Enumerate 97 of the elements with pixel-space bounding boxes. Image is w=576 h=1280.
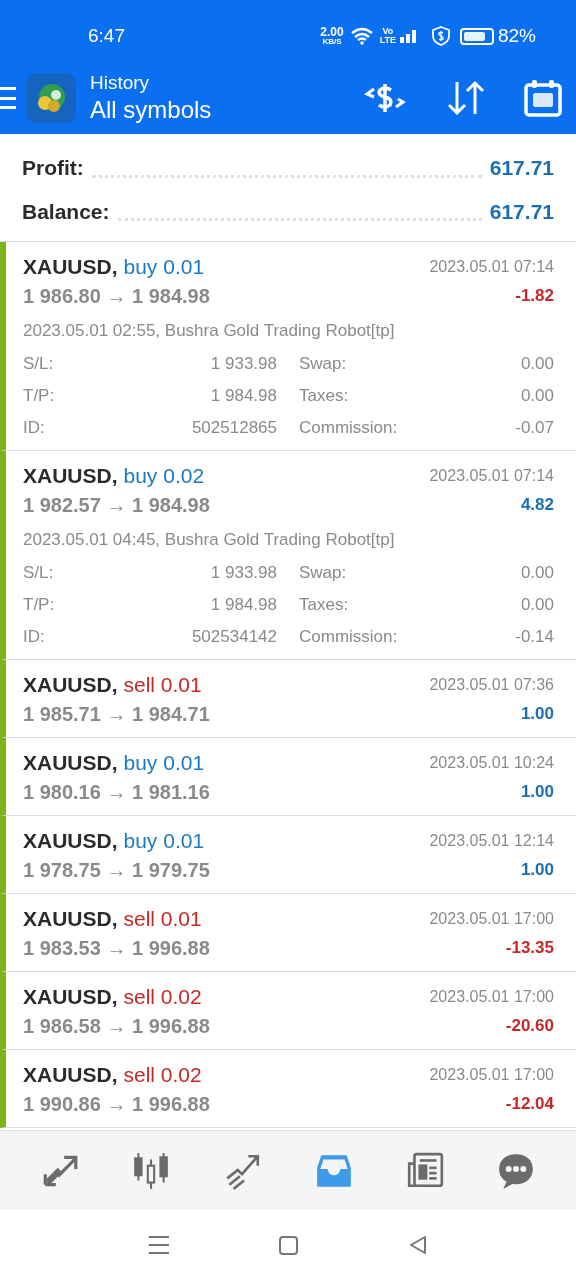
detail-label: Commission: bbox=[299, 417, 398, 440]
deal-profit: -1.82 bbox=[515, 285, 554, 308]
detail-label: T/P: bbox=[23, 594, 56, 617]
screen-title: History bbox=[90, 71, 151, 95]
detail-value: 502534142 bbox=[190, 626, 277, 649]
deal-comment: 2023.05.01 04:45, Bushra Gold Trading Robot[tp] bbox=[23, 529, 395, 552]
battery-percent: 82% bbox=[497, 23, 536, 48]
deal-order: buy 0.02 bbox=[123, 463, 205, 490]
deal-time: 2023.05.01 07:36 bbox=[429, 675, 554, 695]
deal-time: 2023.05.01 10:24 bbox=[429, 753, 554, 773]
deal-time: 2023.05.01 17:00 bbox=[429, 1065, 554, 1085]
deal-time: 2023.05.01 12:14 bbox=[429, 831, 554, 851]
deal-symbol: XAUUSD, bbox=[23, 984, 118, 1011]
deal-symbol: XAUUSD, bbox=[23, 672, 118, 699]
deal-symbol: XAUUSD, bbox=[23, 463, 118, 490]
detail-value: 0.00 bbox=[520, 353, 554, 376]
deal-symbol: XAUUSD, bbox=[23, 828, 118, 855]
deal-prices: 1 980.16 → 1 981.16 bbox=[23, 780, 210, 805]
detail-value: 1 933.98 bbox=[209, 562, 277, 585]
deal-profit: 1.00 bbox=[520, 781, 554, 804]
deal-row[interactable]: XAUUSD, sell 0.01 2023.05.01 07:36 1 985.71 → 1 984.71 1.00 bbox=[0, 660, 576, 738]
detail-label: S/L: bbox=[23, 562, 55, 585]
detail-value: 502512865 bbox=[190, 417, 277, 440]
detail-value: 0.00 bbox=[520, 594, 554, 617]
detail-value: 0.00 bbox=[520, 385, 554, 408]
app-logo-icon bbox=[26, 73, 76, 123]
deal-time: 2023.05.01 17:00 bbox=[429, 909, 554, 929]
deal-order: sell 0.01 bbox=[123, 672, 202, 699]
deal-profit: -12.04 bbox=[505, 1093, 554, 1116]
summary-label: Profit: bbox=[22, 155, 84, 181]
deal-prices: 1 982.57 → 1 984.98 bbox=[23, 493, 210, 518]
deal-time: 2023.05.01 07:14 bbox=[429, 257, 554, 277]
deal-order: buy 0.01 bbox=[123, 750, 205, 777]
shield-icon bbox=[431, 26, 450, 46]
lte-label: LTE bbox=[379, 36, 396, 45]
clock-time: 6:47 bbox=[88, 23, 125, 48]
detail-value: 0.00 bbox=[520, 562, 554, 585]
sort-icon[interactable] bbox=[446, 80, 486, 116]
symbol-filter[interactable]: All symbols bbox=[90, 94, 212, 125]
menu-icon[interactable] bbox=[0, 87, 16, 109]
deal-time: 2023.05.01 07:14 bbox=[429, 466, 554, 486]
deal-profit: -13.35 bbox=[505, 937, 554, 960]
detail-label: Taxes: bbox=[299, 594, 349, 617]
deal-order: buy 0.01 bbox=[123, 254, 205, 281]
deal-row[interactable]: XAUUSD, buy 0.01 2023.05.01 10:24 1 980.16 → 1 981.16 1.00 bbox=[0, 738, 576, 816]
deal-symbol: XAUUSD, bbox=[23, 1062, 118, 1089]
back-icon[interactable] bbox=[407, 1235, 428, 1255]
deal-order: buy 0.01 bbox=[123, 828, 205, 855]
detail-value: 1 984.98 bbox=[209, 594, 277, 617]
detail-value: -0.07 bbox=[515, 417, 554, 440]
volte-label: Vo bbox=[382, 27, 394, 36]
detail-label: ID: bbox=[23, 626, 46, 649]
deal-comment: 2023.05.01 02:55, Bushra Gold Trading Robot[tp] bbox=[23, 320, 395, 343]
detail-label: T/P: bbox=[23, 385, 56, 408]
recent-apps-icon[interactable] bbox=[148, 1236, 169, 1254]
deal-prices: 1 986.80 → 1 984.98 bbox=[23, 284, 210, 309]
detail-label: Swap: bbox=[299, 353, 347, 376]
deal-prices: 1 986.58 → 1 996.88 bbox=[23, 1014, 210, 1039]
deal-profit: 4.82 bbox=[520, 494, 554, 517]
deal-profit: -20.60 bbox=[505, 1015, 554, 1038]
summary-value: 617.71 bbox=[489, 198, 554, 225]
currency-exchange-icon[interactable] bbox=[364, 81, 406, 115]
detail-label: ID: bbox=[23, 417, 46, 440]
summary-value: 617.71 bbox=[489, 155, 554, 181]
summary-label: Balance: bbox=[22, 198, 110, 225]
deal-prices: 1 990.86 → 1 996.88 bbox=[23, 1092, 210, 1117]
deal-row[interactable]: XAUUSD, buy 0.01 2023.05.01 07:14 1 986.80 → 1 984.98 -1.82 2023.05.01 02:55, Bushra Gold Trading Robot[tp] S/L: 1 933.98 Swap: 0.00 T/P: 1 984.98 Taxes: 0.00 ID: 502512865 Commission: -0.07 bbox=[0, 242, 576, 451]
deal-order: sell 0.02 bbox=[123, 1062, 202, 1089]
deal-time: 2023.05.01 17:00 bbox=[429, 987, 554, 1007]
deal-row[interactable]: XAUUSD, sell 0.02 2023.05.01 17:00 1 986.58 → 1 996.88 -20.60 bbox=[0, 972, 576, 1050]
deal-row[interactable]: XAUUSD, buy 0.01 2023.05.01 12:14 1 978.75 → 1 979.75 1.00 bbox=[0, 816, 576, 894]
detail-value: 1 933.98 bbox=[209, 353, 277, 376]
detail-label: Taxes: bbox=[299, 385, 349, 408]
deal-profit: 1.00 bbox=[520, 703, 554, 726]
network-speed: 2.00 bbox=[320, 26, 344, 38]
detail-value: -0.14 bbox=[515, 626, 554, 649]
deal-prices: 1 978.75 → 1 979.75 bbox=[23, 858, 210, 883]
battery-icon bbox=[459, 27, 494, 45]
deal-order: sell 0.02 bbox=[123, 984, 202, 1011]
speed-unit: KB/S bbox=[322, 38, 342, 46]
signal-icon bbox=[399, 29, 418, 43]
detail-label: Swap: bbox=[299, 562, 347, 585]
deal-symbol: XAUUSD, bbox=[23, 254, 118, 281]
deal-prices: 1 985.71 → 1 984.71 bbox=[23, 702, 210, 727]
deal-row[interactable]: XAUUSD, sell 0.01 2023.05.01 17:00 1 983.53 → 1 996.88 -13.35 bbox=[0, 894, 576, 972]
calendar-icon[interactable] bbox=[524, 79, 562, 117]
deal-prices: 1 983.53 → 1 996.88 bbox=[23, 936, 210, 961]
detail-value: 1 984.98 bbox=[209, 385, 277, 408]
deal-order: sell 0.01 bbox=[123, 906, 202, 933]
deal-profit: 1.00 bbox=[520, 859, 554, 882]
deal-symbol: XAUUSD, bbox=[23, 750, 118, 777]
deal-row[interactable]: XAUUSD, buy 0.02 2023.05.01 07:14 1 982.57 → 1 984.98 4.82 2023.05.01 04:45, Bushra Gold Trading Robot[tp] S/L: 1 933.98 Swap: 0.00 T/P: 1 984.98 Taxes: 0.00 ID: 502534142 Commission: -0.14 bbox=[0, 451, 576, 660]
deal-symbol: XAUUSD, bbox=[23, 906, 118, 933]
detail-label: Commission: bbox=[299, 626, 398, 649]
detail-label: S/L: bbox=[23, 353, 55, 376]
wifi-icon bbox=[349, 27, 374, 45]
home-icon[interactable] bbox=[278, 1235, 298, 1255]
